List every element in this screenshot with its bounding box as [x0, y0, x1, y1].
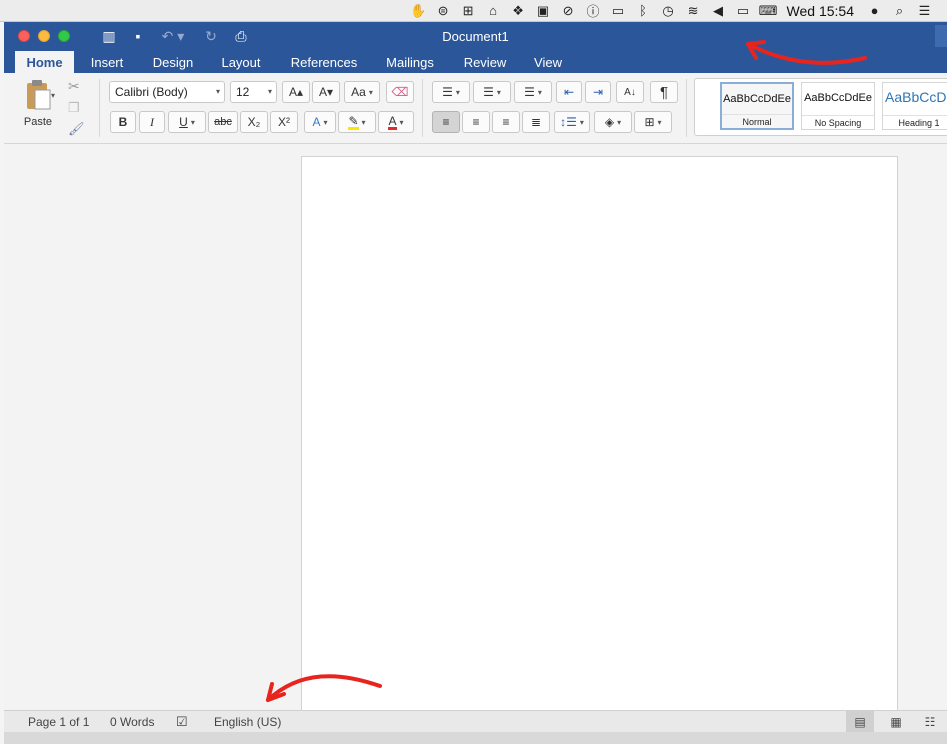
copy-icon[interactable]: ❐: [68, 100, 80, 116]
bank-icon[interactable]: ⌂: [481, 0, 506, 22]
strikethrough-button[interactable]: abc: [208, 111, 238, 133]
macos-menubar: ✋ ⊜ ⊞ ⌂ ❖ ▣ ⊘ ⓘ ▭ ᛒ ◷ ≋ ◀ ▭ ⌨ Wed 15:54 …: [0, 0, 947, 22]
photo-icon[interactable]: ▣: [531, 0, 556, 22]
style-no-spacing[interactable]: AaBbCcDdEe No Spacing: [801, 82, 875, 130]
home-ribbon: Paste ▾ ✂ ❐ 🖌 Calibri (Body) ▾ 12 ▾ A▴ A▾ …: [4, 73, 947, 144]
outline-view-icon[interactable]: ☷: [916, 711, 944, 733]
change-case-label: Aa: [351, 85, 366, 99]
style-preview: AaBbCcDdEe: [723, 93, 791, 105]
hand-icon[interactable]: ✋: [406, 0, 431, 22]
app-icon[interactable]: ⊞: [456, 0, 481, 22]
numbering-icon[interactable]: ☰ ▾: [473, 81, 511, 103]
web-layout-icon[interactable]: ▦: [882, 711, 910, 733]
spotlight-icon[interactable]: ⌕: [887, 0, 912, 22]
font-name-select[interactable]: Calibri (Body) ▾: [109, 81, 225, 103]
ribbon-tabs: Home Insert Design Layout References Mai…: [4, 51, 947, 73]
line-spacing-icon[interactable]: ↕☰ ▾: [554, 111, 590, 133]
battery-icon[interactable]: ▭: [731, 0, 756, 22]
shrink-font-button[interactable]: A▾: [312, 81, 340, 103]
tab-design[interactable]: Design: [144, 51, 202, 73]
font-color-icon[interactable]: A ▾: [378, 111, 414, 133]
tab-mailings[interactable]: Mailings: [376, 51, 444, 73]
italic-button[interactable]: I: [139, 111, 165, 133]
tab-layout[interactable]: Layout: [211, 51, 271, 73]
wifi-icon[interactable]: ≋: [681, 0, 706, 22]
paste-label: Paste: [23, 116, 53, 128]
quote-icon[interactable]: ⊜: [431, 0, 456, 22]
time-machine-icon[interactable]: ◷: [656, 0, 681, 22]
align-right-icon[interactable]: ≡: [492, 111, 520, 133]
clear-formatting-icon[interactable]: ⌫: [386, 81, 414, 103]
style-preview: AaBbCcDdEe: [804, 92, 872, 104]
page-count[interactable]: Page 1 of 1: [28, 711, 89, 733]
status-bar: Page 1 of 1 0 Words ☑ English (US) ▤ ▦ ☷: [4, 710, 947, 733]
search-icon[interactable]: [935, 25, 947, 47]
style-name: No Spacing: [802, 115, 874, 129]
list-icon[interactable]: ☰: [912, 0, 937, 22]
paste-dropdown-icon[interactable]: ▾: [51, 91, 55, 100]
subscript-button[interactable]: X₂: [240, 111, 268, 133]
cut-icon[interactable]: ✂: [68, 78, 80, 95]
superscript-button[interactable]: X²: [270, 111, 298, 133]
separator: [99, 79, 100, 137]
font-size-select[interactable]: 12 ▾: [230, 81, 277, 103]
justify-icon[interactable]: ≣: [522, 111, 550, 133]
font-name-value: Calibri (Body): [115, 85, 188, 99]
font-size-value: 12: [236, 85, 250, 99]
text-effects-icon[interactable]: A ▾: [304, 111, 336, 133]
multilevel-list-icon[interactable]: ☰ ▾: [514, 81, 552, 103]
proofing-icon[interactable]: ☑: [176, 711, 188, 733]
airplay-icon[interactable]: ▭: [606, 0, 631, 22]
separator: [422, 79, 423, 137]
bluetooth-icon[interactable]: ᛒ: [631, 0, 656, 22]
highlight-color-icon[interactable]: ✎ ▾: [338, 111, 376, 133]
show-formatting-button[interactable]: ¶: [650, 81, 678, 103]
align-left-icon[interactable]: ≡: [432, 111, 460, 133]
bullets-icon[interactable]: ☰ ▾: [432, 81, 470, 103]
tab-references[interactable]: References: [280, 51, 368, 73]
document-title: Document1: [442, 29, 509, 44]
tab-home[interactable]: Home: [15, 51, 74, 73]
separator: [686, 79, 687, 137]
print-layout-icon[interactable]: ▤: [846, 711, 874, 733]
info-icon[interactable]: ⓘ: [581, 0, 606, 22]
underline-label: U: [179, 115, 188, 129]
keyboard-icon[interactable]: ⌨: [756, 0, 781, 22]
increase-indent-icon[interactable]: ⇥: [585, 81, 611, 103]
borders-icon[interactable]: ⊞ ▾: [634, 111, 672, 133]
volume-icon[interactable]: ◀: [706, 0, 731, 22]
document-page[interactable]: [301, 156, 898, 716]
style-name: Heading 1: [883, 115, 947, 129]
shading-icon[interactable]: ◈ ▾: [594, 111, 632, 133]
align-center-icon[interactable]: ≡: [462, 111, 490, 133]
style-preview: AaBbCcDd: [885, 89, 947, 105]
style-name: Normal: [722, 114, 792, 128]
tab-review[interactable]: Review: [454, 51, 516, 73]
paste-icon: [27, 80, 51, 110]
user-icon[interactable]: ●: [862, 0, 887, 22]
change-case-button[interactable]: Aa ▾: [344, 81, 380, 103]
underline-button[interactable]: U ▾: [168, 111, 206, 133]
format-painter-icon[interactable]: 🖌: [68, 121, 85, 137]
grow-font-button[interactable]: A▴: [282, 81, 310, 103]
paste-button[interactable]: Paste: [16, 79, 60, 137]
no-entry-icon[interactable]: ⊘: [556, 0, 581, 22]
title-bar: ▥ ▪ ↶ ▾ ↻ ⎙ Document1: [4, 22, 947, 51]
bold-button[interactable]: B: [110, 111, 136, 133]
word-count[interactable]: 0 Words: [110, 711, 154, 733]
document-canvas: [4, 144, 947, 716]
tab-view[interactable]: View: [524, 51, 572, 73]
tab-insert[interactable]: Insert: [80, 51, 134, 73]
word-window: ▥ ▪ ↶ ▾ ↻ ⎙ Document1 Home Insert Design…: [4, 22, 947, 744]
decrease-indent-icon[interactable]: ⇤: [556, 81, 582, 103]
window-bottom-edge: [4, 732, 947, 744]
sort-icon[interactable]: A↓: [616, 81, 644, 103]
menubar-clock[interactable]: Wed 15:54: [781, 3, 862, 19]
styles-gallery: AaBbCcDdEe Normal AaBbCcDdEe No Spacing …: [694, 78, 947, 136]
language[interactable]: English (US): [214, 711, 281, 733]
dropbox-icon[interactable]: ❖: [506, 0, 531, 22]
style-normal[interactable]: AaBbCcDdEe Normal: [720, 82, 794, 130]
style-heading-1[interactable]: AaBbCcDd Heading 1: [882, 82, 947, 130]
